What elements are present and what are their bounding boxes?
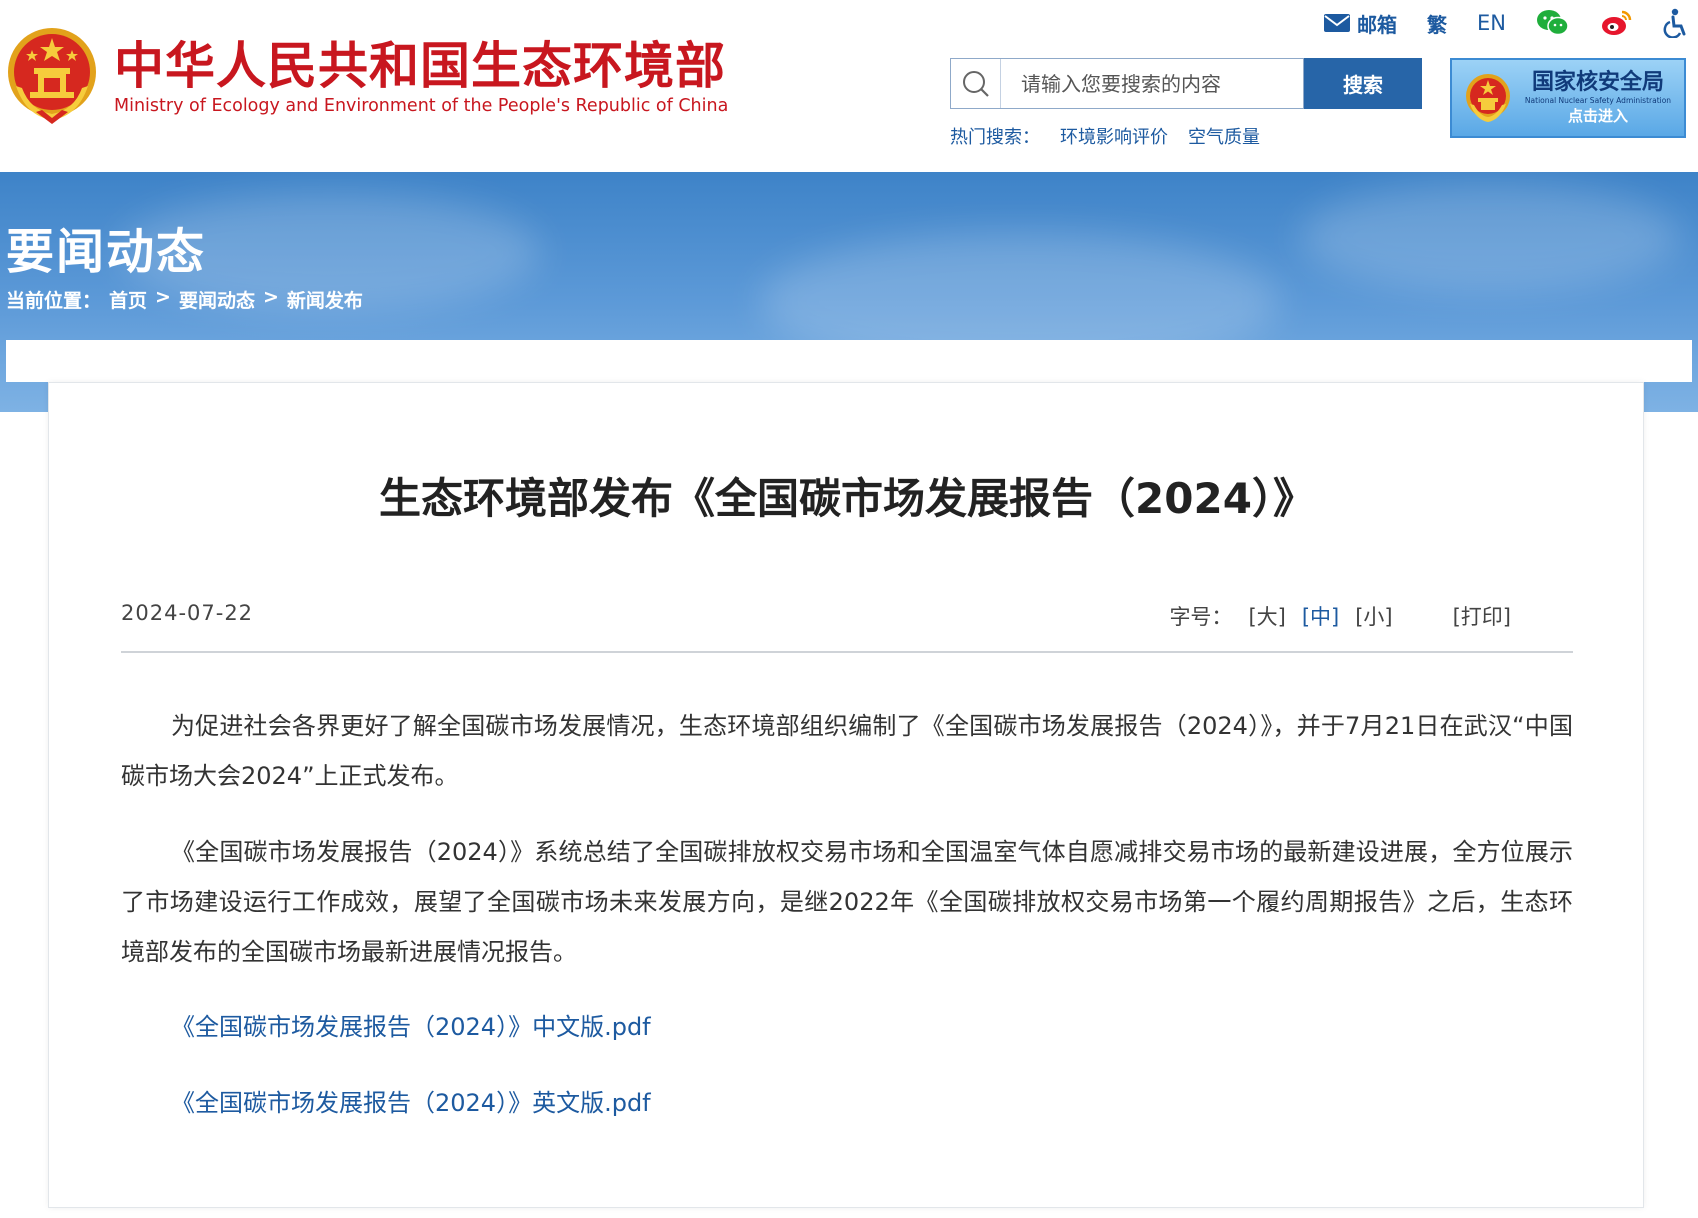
font-size-controls: 字号： [大] [中] [小] [打印] [1169, 601, 1511, 631]
site-header: 中华人民共和国生态环境部 Ministry of Ecology and Env… [0, 0, 1698, 172]
search-icon [962, 70, 989, 97]
national-emblem-icon[interactable] [6, 26, 98, 124]
traditional-chinese-label: 繁 [1427, 12, 1448, 37]
search-box [950, 58, 1304, 109]
search-input[interactable] [1001, 59, 1301, 108]
breadcrumb-section[interactable]: 要闻动态 [179, 286, 255, 313]
top-links: 邮箱 繁 EN [1323, 6, 1688, 40]
breadcrumb-home[interactable]: 首页 [109, 286, 147, 313]
section-title: 要闻动态 [6, 224, 207, 280]
english-link-label: EN [1477, 11, 1506, 35]
breadcrumb: 当前位置： 首页 > 要闻动态 > 新闻发布 [6, 286, 363, 313]
article-title: 生态环境部发布《全国碳市场发展报告（2024）》 [379, 474, 1315, 523]
accessibility-icon [1663, 8, 1686, 38]
content-top-strip [6, 340, 1692, 382]
article-card: 生态环境部发布《全国碳市场发展报告（2024）》 2024-07-22 字号： … [48, 382, 1644, 1208]
font-size-label: 字号： [1169, 605, 1233, 629]
attachment-link-english-pdf[interactable]: 《全国碳市场发展报告（2024）》英文版.pdf [171, 1083, 651, 1118]
font-size-large-button[interactable]: [大] [1248, 601, 1285, 631]
meta-divider [121, 651, 1573, 653]
mail-icon [1324, 14, 1351, 32]
wechat-link[interactable] [1536, 9, 1570, 37]
nnsa-title: 国家核安全局 [1531, 70, 1664, 95]
article-paragraph: 《全国碳市场发展报告（2024）》系统总结了全国碳排放权交易市场和全国温室气体自… [121, 838, 1573, 966]
hot-search-item-eia[interactable]: 环境影响评价 [1060, 123, 1168, 149]
print-button[interactable]: [打印] [1453, 601, 1511, 631]
mail-link-label: 邮箱 [1357, 12, 1398, 37]
font-size-medium-button[interactable]: [中] [1302, 601, 1339, 631]
wechat-icon [1537, 10, 1569, 36]
traditional-chinese-link[interactable]: 繁 [1427, 9, 1447, 38]
search-icon-wrap [951, 59, 1001, 108]
weibo-link[interactable] [1600, 9, 1632, 37]
breadcrumb-label: 当前位置： [6, 290, 102, 312]
accessibility-link[interactable] [1662, 8, 1688, 38]
nnsa-enter-label: 点击进入 [1567, 107, 1628, 125]
weibo-icon [1602, 10, 1632, 35]
site-title-en[interactable]: Ministry of Ecology and Environment of t… [114, 95, 728, 117]
breadcrumb-separator: > [262, 286, 279, 308]
page: 中华人民共和国生态环境部 Ministry of Ecology and Env… [0, 0, 1698, 1218]
article-meta: 2024-07-22 字号： [大] [中] [小] [打印] [121, 601, 1573, 631]
nnsa-emblem-icon [1466, 74, 1510, 122]
mail-link[interactable]: 邮箱 [1323, 9, 1397, 38]
breadcrumb-current[interactable]: 新闻发布 [287, 286, 363, 313]
english-link[interactable]: EN [1477, 11, 1506, 35]
hot-search-item-air-quality[interactable]: 空气质量 [1188, 123, 1260, 149]
banner-cloud [1300, 182, 1680, 292]
hot-search-label: 热门搜索： [950, 127, 1040, 148]
nnsa-banner[interactable]: 国家核安全局 National Nuclear Safety Administr… [1450, 58, 1686, 138]
article-paragraph: 为促进社会各界更好了解全国碳市场发展情况，生态环境部组织编制了《全国碳市场发展报… [121, 712, 1573, 790]
publish-date: 2024-07-22 [121, 601, 254, 625]
breadcrumb-separator: > [155, 286, 171, 308]
nnsa-subtitle: National Nuclear Safety Administration [1524, 96, 1672, 105]
search-button[interactable]: 搜索 [1304, 58, 1422, 109]
nnsa-text: 国家核安全局 National Nuclear Safety Administr… [1518, 70, 1678, 126]
font-size-small-button[interactable]: [小] [1355, 601, 1392, 631]
attachment-link-chinese-pdf[interactable]: 《全国碳市场发展报告（2024）》中文版.pdf [171, 1007, 651, 1042]
hot-search: 热门搜索： 环境影响评价 空气质量 [950, 123, 1260, 149]
site-title-cn[interactable]: 中华人民共和国生态环境部 [114, 36, 726, 96]
